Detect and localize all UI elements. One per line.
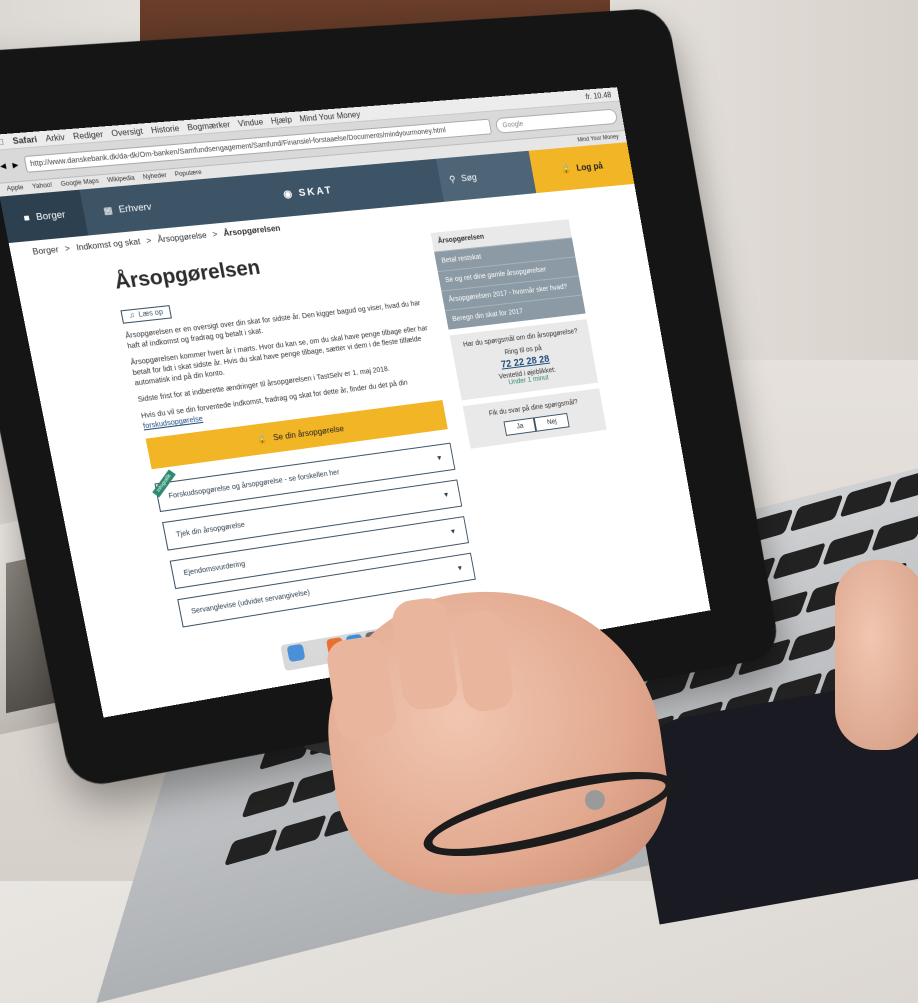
accordion-label: Tjek din årsopgørelse (175, 521, 246, 539)
menubar-item[interactable]: Rediger (72, 129, 104, 141)
accordion-label: Ejendomsvurdering (183, 560, 246, 577)
breadcrumb-item[interactable]: Borger (32, 244, 60, 256)
search-icon: ⚲ (448, 173, 457, 184)
tab-erhverv[interactable]: ▦ Erhverv (80, 182, 174, 235)
page-content: Årsopgørelsen ♫ Læs op Årsopgørelsen er … (13, 203, 700, 653)
menubar-item[interactable]: Hjælp (270, 115, 293, 126)
left-hand (835, 560, 918, 750)
finger (324, 634, 399, 742)
menubar-item[interactable]: Oversigt (111, 126, 144, 138)
menubar-item[interactable]: Historie (150, 123, 180, 134)
breadcrumb-separator: > (145, 235, 153, 246)
page-title: Årsopgørelsen (112, 256, 263, 294)
read-aloud-label: Læs op (138, 308, 164, 319)
breadcrumb-separator: > (211, 229, 219, 239)
menubar-app[interactable]: Safari (12, 134, 38, 145)
bracelet-bead (585, 790, 605, 810)
apple-icon[interactable]:  (0, 137, 5, 147)
business-icon: ▦ (102, 204, 114, 216)
chevron-down-icon: ▼ (435, 454, 444, 462)
finder-icon[interactable] (286, 643, 306, 663)
chevron-down-icon: ▼ (442, 491, 451, 499)
main-column: Årsopgørelsen ♫ Læs op Årsopgørelsen er … (111, 235, 477, 638)
bookmark-item[interactable]: Nyheder (143, 173, 168, 181)
login-label: Log på (575, 160, 604, 173)
tab-borger-label: Borger (35, 209, 67, 223)
header-search[interactable]: ⚲ Søg (435, 150, 537, 202)
lock-icon: 🔒 (256, 433, 269, 445)
menubar-item[interactable]: Vindue (237, 117, 264, 128)
breadcrumb-current: Årsopgørelsen (222, 223, 282, 238)
bookmark-item[interactable]: Populære (174, 170, 202, 178)
finger (389, 595, 460, 713)
no-button[interactable]: Nej (534, 412, 570, 432)
browser-tab[interactable]: Mind Your Money (577, 134, 619, 143)
bookmark-item[interactable]: Google Maps (60, 179, 99, 189)
accordion-label: Forskudsopgørelse og årsopgørelse - se f… (167, 468, 340, 500)
speaker-icon: ♫ (128, 312, 136, 320)
bookmark-item[interactable]: Wikipedia (107, 175, 136, 184)
cta-label: Se din årsopgørelse (272, 423, 345, 442)
breadcrumb-item[interactable]: Indkomst og skat (75, 236, 141, 251)
read-aloud-button[interactable]: ♫ Læs op (120, 305, 172, 324)
finger (452, 607, 516, 714)
breadcrumb-item[interactable]: Årsopgørelse (157, 230, 208, 244)
user-icon: ■ (22, 212, 31, 224)
bookmark-item[interactable]: Yahoo! (32, 183, 53, 191)
laptop-screen:  Safari Arkiv Rediger Oversigt Historie… (0, 87, 711, 718)
breadcrumb-separator: > (63, 243, 71, 254)
bookmark-item[interactable]: Apple (6, 185, 24, 193)
menubar-item[interactable]: Arkiv (45, 132, 66, 143)
yes-button[interactable]: Ja (503, 417, 537, 436)
search-field[interactable]: Google (494, 108, 619, 134)
menubar-item[interactable]: Bogmærker (186, 119, 230, 132)
contact-box: Har du spørgsmål om din årsopgørelse? Ri… (449, 319, 599, 401)
chevron-down-icon: ▼ (449, 527, 457, 536)
chevron-down-icon: ▼ (456, 564, 464, 573)
accordion-label: Servanglevise (udvidet servangivelse) (190, 589, 311, 616)
forward-icon[interactable]: ▶ (12, 161, 19, 170)
lock-icon: 🔒 (560, 163, 572, 174)
menubar-clock[interactable]: fr. 10.48 (585, 90, 612, 101)
back-icon[interactable]: ◀ (0, 162, 7, 171)
launchpad-icon[interactable] (306, 640, 326, 659)
logo-text: SKAT (297, 184, 334, 199)
tab-erhverv-label: Erhverv (117, 201, 153, 215)
tab-borger[interactable]: ■ Borger (0, 189, 89, 244)
search-label: Søg (460, 172, 478, 184)
